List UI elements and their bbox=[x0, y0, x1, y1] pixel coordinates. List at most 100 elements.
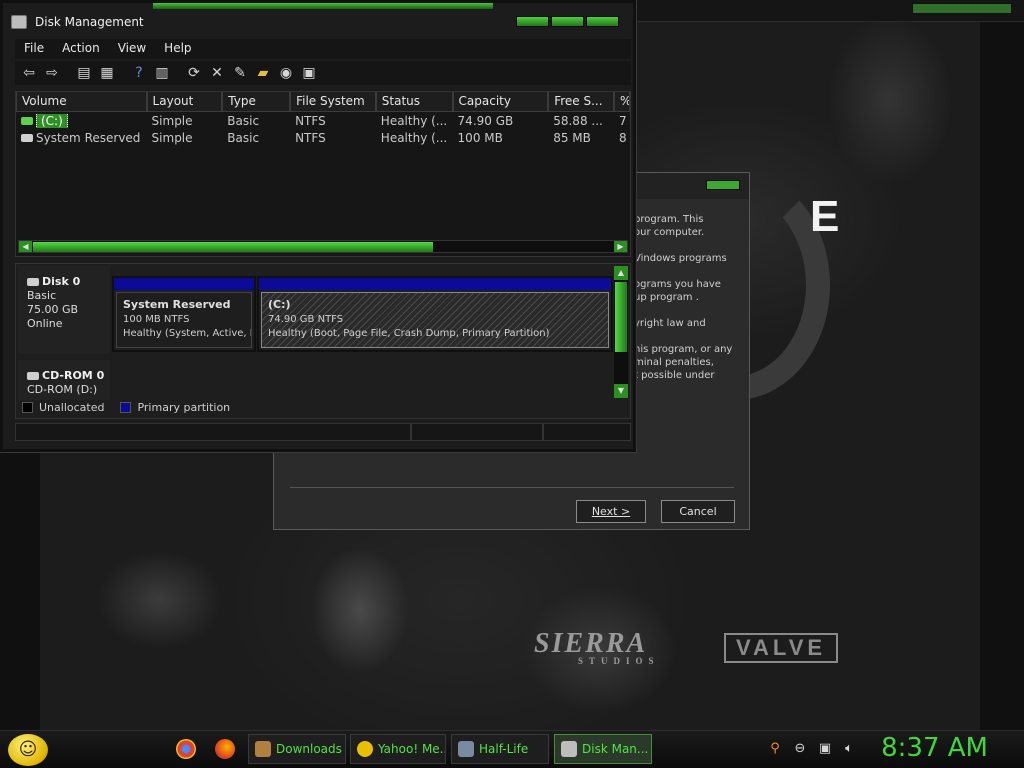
yahoo-smiley-icon bbox=[357, 741, 373, 757]
partition-body: (C:) 74.90 GB NTFS Healthy (Boot, Page F… bbox=[261, 292, 609, 348]
partition-body: System Reserved 100 MB NTFS Healthy (Sys… bbox=[116, 292, 252, 348]
partition-c[interactable]: (C:) 74.90 GB NTFS Healthy (Boot, Page F… bbox=[257, 276, 613, 352]
partition-name: System Reserved bbox=[123, 298, 231, 311]
background-window-titlebar bbox=[636, 0, 1024, 22]
disk-kind: Basic bbox=[27, 289, 57, 302]
task-yahoo-messenger[interactable]: Yahoo! Me... bbox=[350, 734, 446, 764]
disk-management-window: Disk Management File Action View Help ⇦ … bbox=[0, 0, 636, 452]
maximize-button[interactable] bbox=[551, 16, 584, 27]
column-status[interactable]: Status bbox=[375, 92, 453, 112]
task-half-life[interactable]: Half-Life bbox=[451, 734, 549, 764]
properties-icon[interactable]: ▦ bbox=[97, 63, 117, 83]
scrollbar-thumb[interactable] bbox=[33, 242, 433, 252]
scroll-right-icon[interactable]: ▶ bbox=[614, 241, 627, 252]
network-icon[interactable]: ▣ bbox=[816, 740, 834, 758]
hard-disk-icon bbox=[27, 278, 39, 286]
volume-fs: NTFS bbox=[295, 130, 326, 145]
valve-logo: VALVE bbox=[724, 633, 838, 663]
table-row[interactable]: (C:) Simple Basic NTFS Healthy (... 74.9… bbox=[16, 112, 630, 129]
task-label: Yahoo! Me... bbox=[378, 742, 446, 756]
background-window-controls[interactable] bbox=[912, 3, 1012, 14]
column-percent[interactable]: % bbox=[614, 92, 630, 112]
disk-0-label[interactable]: Disk 0 Basic 75.00 GB Online bbox=[18, 266, 110, 354]
rescan-icon[interactable]: ✎ bbox=[230, 63, 250, 83]
setup-dialog-titlebar[interactable] bbox=[636, 173, 749, 199]
setup-paragraph: his program, or any minal penalties, t p… bbox=[634, 344, 733, 381]
volume-percent: 7 bbox=[619, 113, 627, 128]
column-free-space[interactable]: Free S... bbox=[548, 92, 615, 112]
column-capacity[interactable]: Capacity bbox=[452, 92, 549, 112]
clock[interactable]: 8:37 AM bbox=[881, 733, 988, 763]
setup-dialog-control[interactable] bbox=[706, 180, 740, 190]
scroll-up-icon[interactable]: ▲ bbox=[614, 266, 628, 280]
column-volume[interactable]: Volume bbox=[16, 92, 147, 112]
volume-list: Volume Layout Type File System Status Ca… bbox=[15, 91, 631, 257]
partition-system-reserved[interactable]: System Reserved 100 MB NTFS Healthy (Sys… bbox=[112, 276, 256, 352]
primary-partition-swatch bbox=[120, 402, 132, 413]
close-button[interactable] bbox=[586, 16, 619, 27]
minimize-button[interactable] bbox=[516, 16, 549, 27]
open-folder-icon[interactable]: ▰ bbox=[253, 63, 273, 83]
disk-kind: CD-ROM (D:) bbox=[27, 383, 98, 396]
scroll-down-icon[interactable]: ▼ bbox=[614, 384, 628, 398]
window-controls bbox=[516, 16, 619, 27]
status-bar bbox=[15, 423, 631, 441]
task-label: Downloads bbox=[276, 742, 342, 756]
disk-management-icon bbox=[561, 741, 577, 757]
unallocated-swatch bbox=[22, 402, 33, 413]
task-label: Half-Life bbox=[479, 742, 529, 756]
toolbar: ⇦ ⇨ ▤ ▦ ? ▥ ⟳ ✕ ✎ ▰ ◉ ▣ bbox=[15, 61, 631, 85]
explore-icon[interactable]: ◉ bbox=[276, 63, 296, 83]
show-hide-icon[interactable]: ▥ bbox=[152, 63, 172, 83]
partition-name: (C:) bbox=[268, 298, 291, 311]
cdrom-0-label[interactable]: CD-ROM 0 CD-ROM (D:) bbox=[18, 360, 110, 400]
partition-status: Healthy (Boot, Page File, Crash Dump, Pr… bbox=[268, 328, 550, 339]
menu-view[interactable]: View bbox=[109, 39, 155, 59]
forward-arrow-icon[interactable]: ⇨ bbox=[42, 63, 62, 83]
table-row[interactable]: System Reserved Simple Basic NTFS Health… bbox=[16, 129, 630, 146]
volume-name: System Reserved bbox=[36, 130, 141, 145]
refresh-icon[interactable]: ⟳ bbox=[184, 63, 204, 83]
status-pane bbox=[543, 423, 631, 441]
task-disk-management[interactable]: Disk Man... bbox=[554, 734, 652, 764]
menu-file[interactable]: File bbox=[15, 39, 53, 59]
volume-status: Healthy (... bbox=[380, 130, 448, 145]
menu-action[interactable]: Action bbox=[53, 39, 109, 59]
column-layout[interactable]: Layout bbox=[146, 92, 223, 112]
horizontal-scrollbar[interactable]: ◀ ▶ bbox=[18, 240, 628, 253]
desktop: E SIERRA STUDIOS VALVE program. This our … bbox=[0, 0, 1024, 730]
scroll-left-icon[interactable]: ◀ bbox=[19, 241, 32, 252]
delete-icon[interactable]: ✕ bbox=[207, 63, 227, 83]
messenger-icon[interactable]: ⊖ bbox=[791, 740, 809, 758]
column-type[interactable]: Type bbox=[222, 92, 291, 112]
chrome-icon[interactable] bbox=[176, 739, 196, 759]
setup-dialog-text: program. This our computer. Vindows prog… bbox=[634, 213, 744, 395]
volume-capacity: 100 MB bbox=[457, 130, 503, 145]
volume-type: Basic bbox=[227, 130, 260, 145]
help-icon[interactable]: ? bbox=[129, 63, 149, 83]
search-icon[interactable]: ⚲ bbox=[766, 740, 784, 758]
settings-icon[interactable]: ▣ bbox=[299, 63, 319, 83]
setup-divider bbox=[290, 487, 734, 488]
volume-status: Healthy (... bbox=[380, 113, 448, 128]
legend-unallocated: Unallocated bbox=[39, 401, 105, 414]
sierra-logo-text: SIERRA bbox=[534, 628, 648, 659]
cancel-button[interactable]: Cancel bbox=[661, 500, 735, 523]
firefox-icon[interactable] bbox=[215, 739, 235, 759]
primary-partition-bar bbox=[259, 278, 611, 290]
scrollbar-thumb[interactable] bbox=[615, 282, 627, 352]
back-arrow-icon[interactable]: ⇦ bbox=[19, 63, 39, 83]
task-downloads[interactable]: Downloads bbox=[248, 734, 346, 764]
start-button-smiley-icon[interactable]: ☺ bbox=[8, 734, 48, 766]
partition-size: 74.90 GB NTFS bbox=[268, 314, 344, 325]
console-tree-icon[interactable]: ▤ bbox=[74, 63, 94, 83]
column-file-system[interactable]: File System bbox=[290, 92, 376, 112]
splash-letter: E bbox=[810, 192, 840, 241]
window-titlebar[interactable]: Disk Management bbox=[11, 11, 144, 33]
next-button[interactable]: Next > bbox=[576, 500, 646, 523]
volume-free: 58.88 ... bbox=[553, 113, 603, 128]
volume-icon[interactable]: 🔈︎ bbox=[840, 740, 858, 758]
vertical-scrollbar[interactable]: ▲ ▼ bbox=[614, 266, 628, 398]
volume-name: (C:) bbox=[36, 113, 68, 128]
menu-help[interactable]: Help bbox=[155, 39, 200, 59]
